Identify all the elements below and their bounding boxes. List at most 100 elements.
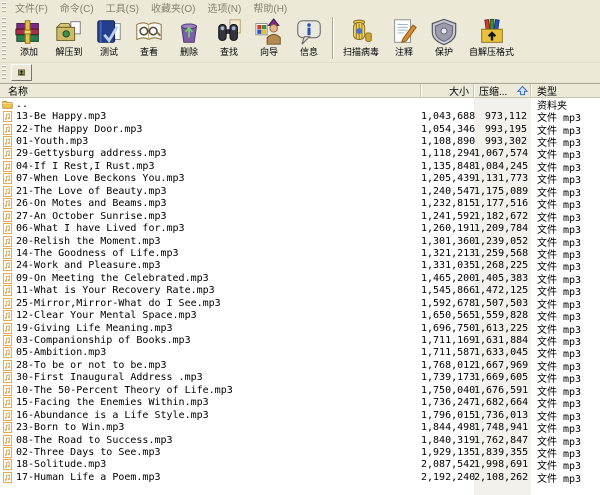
toolbar-button-label: 注释 <box>395 47 414 57</box>
file-name: 12-Clear Your Mental Space.mp3 <box>16 310 197 322</box>
file-name-cell: 03-Companionship of Books.mp3 <box>0 335 421 346</box>
table-row[interactable]: 11-What is Your Recovery Rate.mp3 1,545,… <box>0 285 600 298</box>
column-header-type[interactable]: 类型 <box>531 84 600 98</box>
delete-icon <box>174 17 204 47</box>
table-row[interactable]: 21-The Love of Beauty.mp3 1,240,547 1,17… <box>0 185 600 199</box>
table-row[interactable]: 02-Three Days to See.mp3 1,929,135 1,839… <box>0 446 600 460</box>
table-row[interactable]: 03-Companionship of Books.mp3 1,711,169 … <box>0 334 600 348</box>
table-row[interactable]: 04-If I Rest,I Rust.mp3 1,135,848 1,084,… <box>0 160 600 174</box>
file-name: 17-Human Life a Poem.mp3 <box>16 471 161 483</box>
menu-item[interactable]: 命令(C) <box>54 4 100 15</box>
add-icon <box>14 17 44 47</box>
sfx-button[interactable]: 自解压格式 <box>464 15 519 59</box>
file-packed-size: 1,268,225 <box>474 260 529 272</box>
menubar-grip-handle[interactable] <box>2 2 6 12</box>
file-size: 1,739,173 <box>421 372 476 384</box>
file-name: 16-Abundance is a Life Style.mp3 <box>16 409 209 421</box>
file-name: 03-Companionship of Books.mp3 <box>16 335 191 347</box>
table-row[interactable]: 24-Work and Pleasure.mp3 1,331,035 1,268… <box>0 260 600 273</box>
menu-item[interactable]: 选项(N) <box>201 4 247 15</box>
protect-button[interactable]: 保护 <box>424 15 464 59</box>
menu-item[interactable]: 收藏夹(O) <box>145 4 201 15</box>
extract-button[interactable]: 解压到 <box>49 15 89 59</box>
info-button[interactable]: 信息 <box>289 15 329 59</box>
table-row[interactable]: 09-On Meeting the Celebrated.mp3 1,465,2… <box>0 272 600 286</box>
scan-icon <box>346 17 376 47</box>
mp3-file-icon <box>2 372 13 384</box>
table-row[interactable]: .. 资料夹 <box>0 98 600 112</box>
file-size: 1,135,848 <box>421 160 476 172</box>
column-header-packed[interactable]: 压缩... <box>474 84 531 98</box>
file-packed-size: 1,182,672 <box>474 210 529 222</box>
file-name-cell: 13-Be Happy.mp3 <box>0 111 421 122</box>
file-name: 30-First Inaugural Address .mp3 <box>16 372 203 384</box>
table-row[interactable]: 27-An October Sunrise.mp3 1,241,592 1,18… <box>0 210 600 224</box>
table-row[interactable]: 12-Clear Your Mental Space.mp3 1,650,565… <box>0 309 600 323</box>
up-one-level-button[interactable] <box>11 64 32 81</box>
file-packed-size: 993,195 <box>484 123 527 135</box>
table-row[interactable]: 25-Mirror,Mirror-What do I See.mp3 1,592… <box>0 297 600 311</box>
file-list: .. 资料夹 13-Be Happy.mp3 1,043,688 973,112… <box>0 98 600 495</box>
add-button[interactable]: 添加 <box>9 15 49 59</box>
menu-item[interactable]: 文件(F) <box>9 4 54 15</box>
table-row[interactable]: 07-When Love Beckons You.mp3 1,205,439 1… <box>0 173 600 186</box>
file-name-cell: 30-First Inaugural Address .mp3 <box>0 372 421 383</box>
file-name-cell: 01-Youth.mp3 <box>0 136 421 147</box>
table-row[interactable]: 22-The Happy Door.mp3 1,054,346 993,195 … <box>0 123 600 137</box>
table-row[interactable]: 30-First Inaugural Address .mp3 1,739,17… <box>0 372 600 385</box>
file-name: 14-The Goodness of Life.mp3 <box>16 247 179 259</box>
mp3-file-icon <box>2 422 13 433</box>
table-row[interactable]: 10-The 50-Percent Theory of Life.mp3 1,7… <box>0 384 600 398</box>
file-name: 21-The Love of Beauty.mp3 <box>16 185 167 197</box>
menu-item[interactable]: 工具(S) <box>100 4 145 15</box>
menu-item[interactable]: 帮助(H) <box>247 4 293 15</box>
file-name: 27-An October Sunrise.mp3 <box>16 210 167 222</box>
file-size: 1,844,498 <box>421 422 476 434</box>
table-row[interactable]: 13-Be Happy.mp3 1,043,688 973,112 文件 mp3 <box>0 110 600 124</box>
toolbar-grip-handle[interactable] <box>2 17 6 60</box>
file-name-cell: 04-If I Rest,I Rust.mp3 <box>0 161 421 172</box>
addressbar-grip-handle[interactable] <box>2 65 6 80</box>
column-header-name[interactable]: 名称 <box>0 84 421 98</box>
file-size: 1,465,200 <box>421 272 476 284</box>
file-size: 1,260,191 <box>421 223 476 235</box>
find-button[interactable]: 查找 <box>209 15 249 59</box>
file-packed-size: 1,839,355 <box>474 446 529 458</box>
table-row[interactable]: 28-To be or not to be.mp3 1,768,012 1,66… <box>0 359 600 373</box>
table-row[interactable]: 29-Gettysburg address.mp3 1,118,294 1,06… <box>0 148 600 161</box>
table-row[interactable]: 16-Abundance is a Life Style.mp3 1,796,0… <box>0 409 600 423</box>
delete-button[interactable]: 删除 <box>169 15 209 59</box>
file-name-cell: 21-The Love of Beauty.mp3 <box>0 186 421 197</box>
file-name-cell: 17-Human Life a Poem.mp3 <box>0 472 421 483</box>
file-name: 26-On Motes and Beams.mp3 <box>16 198 167 210</box>
table-row[interactable]: 01-Youth.mp3 1,108,890 993,302 文件 mp3 <box>0 135 600 149</box>
table-row[interactable]: 18-Solitude.mp3 2,087,542 1,998,691 文件 m… <box>0 459 600 472</box>
table-row[interactable]: 20-Relish the Moment.mp3 1,301,360 1,239… <box>0 235 600 249</box>
file-name: 29-Gettysburg address.mp3 <box>16 148 167 160</box>
table-row[interactable]: 14-The Goodness of Life.mp3 1,321,213 1,… <box>0 247 600 261</box>
table-row[interactable]: 08-The Road to Success.mp3 1,840,319 1,7… <box>0 434 600 448</box>
file-packed-size: 1,631,884 <box>474 335 529 347</box>
column-header-size[interactable]: 大小 <box>421 84 474 98</box>
table-row[interactable]: 06-What I have Lived for.mp3 1,260,191 1… <box>0 222 600 236</box>
column-header-packed-label: 压缩... <box>479 87 508 98</box>
scan-button[interactable]: 扫描病毒 <box>338 15 384 59</box>
table-row[interactable]: 26-On Motes and Beams.mp3 1,232,815 1,17… <box>0 198 600 211</box>
file-name-cell: 25-Mirror,Mirror-What do I See.mp3 <box>0 298 421 309</box>
view-button[interactable]: 查看 <box>129 15 169 59</box>
file-packed-size: 1,559,828 <box>474 310 529 322</box>
table-row[interactable]: 23-Born to Win.mp3 1,844,498 1,748,941 文… <box>0 421 600 435</box>
file-name-cell: 20-Relish the Moment.mp3 <box>0 236 421 247</box>
table-row[interactable]: 17-Human Life a Poem.mp3 2,192,240 2,108… <box>0 471 600 485</box>
wizard-button[interactable]: 向导 <box>249 15 289 59</box>
comment-button[interactable]: 注释 <box>384 15 424 59</box>
file-name-cell: 27-An October Sunrise.mp3 <box>0 211 421 222</box>
file-size: 1,241,592 <box>421 210 476 222</box>
test-button[interactable]: 测试 <box>89 15 129 59</box>
table-row[interactable]: 15-Facing the Enemies Within.mp3 1,736,2… <box>0 397 600 410</box>
mp3-file-icon <box>2 185 13 197</box>
file-name-cell: 11-What is Your Recovery Rate.mp3 <box>0 285 421 296</box>
table-row[interactable]: 05-Ambition.mp3 1,711,587 1,633,045 文件 m… <box>0 347 600 360</box>
file-packed-size: 1,676,591 <box>474 384 529 396</box>
table-row[interactable]: 19-Giving Life Meaning.mp3 1,696,750 1,6… <box>0 322 600 336</box>
